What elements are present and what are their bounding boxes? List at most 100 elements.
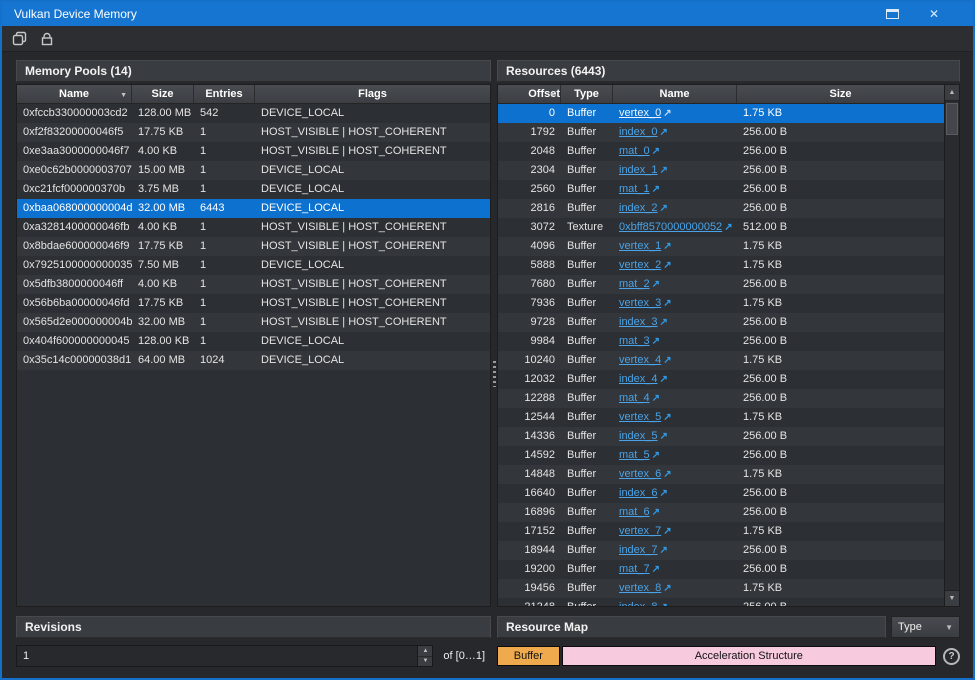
external-link-icon[interactable]: ↗ [663,241,671,252]
resource-link[interactable]: vertex_4 [619,354,661,366]
column-header-size[interactable]: Size [132,85,194,103]
scroll-up-button[interactable]: ▲ [945,85,959,101]
resource-row[interactable]: 14592 Buffer mat_5↗ 256.00 B [498,446,944,465]
memory-pool-row[interactable]: 0x565d2e000000004b 32.00 MB 1 HOST_VISIB… [17,313,490,332]
resource-row[interactable]: 2816 Buffer index_2↗ 256.00 B [498,199,944,218]
external-link-icon[interactable]: ↗ [660,165,668,176]
external-link-icon[interactable]: ↗ [663,526,671,537]
resource-map-segment[interactable]: Acceleration Structure [562,646,936,666]
external-link-icon[interactable]: ↗ [663,260,671,271]
resource-link[interactable]: index_3 [619,316,658,328]
revision-input[interactable]: 1 [17,646,417,666]
external-link-icon[interactable]: ↗ [663,108,671,119]
external-link-icon[interactable]: ↗ [663,298,671,309]
resource-row[interactable]: 16896 Buffer mat_6↗ 256.00 B [498,503,944,522]
column-header-type[interactable]: Type [561,85,613,103]
external-link-icon[interactable]: ↗ [652,146,660,157]
external-link-icon[interactable]: ↗ [660,317,668,328]
external-link-icon[interactable]: ↗ [660,203,668,214]
resource-row[interactable]: 12288 Buffer mat_4↗ 256.00 B [498,389,944,408]
memory-pool-row[interactable]: 0x56b6ba00000046fd 17.75 KB 1 HOST_VISIB… [17,294,490,313]
external-link-icon[interactable]: ↗ [652,279,660,290]
memory-pool-row[interactable]: 0xa3281400000046fb 4.00 KB 1 HOST_VISIBL… [17,218,490,237]
lock-button[interactable] [36,28,58,50]
resource-row[interactable]: 12544 Buffer vertex_5↗ 1.75 KB [498,408,944,427]
resource-link[interactable]: vertex_5 [619,411,661,423]
resource-link[interactable]: index_0 [619,126,658,138]
external-link-icon[interactable]: ↗ [652,450,660,461]
resource-link[interactable]: index_4 [619,373,658,385]
external-link-icon[interactable]: ↗ [660,431,668,442]
type-filter-dropdown[interactable]: Type ▼ [891,616,960,638]
resource-row[interactable]: 9728 Buffer index_3↗ 256.00 B [498,313,944,332]
memory-pool-row[interactable]: 0x35c14c00000038d1 64.00 MB 1024 DEVICE_… [17,351,490,370]
memory-pool-row[interactable]: 0xbaa068000000004d 32.00 MB 6443 DEVICE_… [17,199,490,218]
resource-row[interactable]: 16640 Buffer index_6↗ 256.00 B [498,484,944,503]
resource-row[interactable]: 2304 Buffer index_1↗ 256.00 B [498,161,944,180]
external-link-icon[interactable]: ↗ [652,184,660,195]
resource-row[interactable]: 0 Buffer vertex_0↗ 1.75 KB [498,104,944,123]
column-header-name[interactable]: Name ▼ [17,85,132,103]
spin-down-button[interactable]: ▼ [418,657,432,667]
resource-map-segment[interactable]: Buffer [497,646,560,666]
resource-row[interactable]: 7936 Buffer vertex_3↗ 1.75 KB [498,294,944,313]
resource-row[interactable]: 14336 Buffer index_5↗ 256.00 B [498,427,944,446]
external-link-icon[interactable]: ↗ [663,355,671,366]
external-link-icon[interactable]: ↗ [724,222,732,233]
resource-row[interactable]: 18944 Buffer index_7↗ 256.00 B [498,541,944,560]
external-link-icon[interactable]: ↗ [660,127,668,138]
column-header-flags[interactable]: Flags [255,85,490,103]
resource-link[interactable]: index_8 [619,601,658,606]
external-link-icon[interactable]: ↗ [660,488,668,499]
resource-link[interactable]: index_2 [619,202,658,214]
resource-row[interactable]: 21248 Buffer index_8↗ 256.00 B [498,598,944,606]
memory-pool-row[interactable]: 0x5dfb3800000046ff 4.00 KB 1 HOST_VISIBL… [17,275,490,294]
memory-pool-row[interactable]: 0x404f600000000045 128.00 KB 1 DEVICE_LO… [17,332,490,351]
resource-row[interactable]: 2048 Buffer mat_0↗ 256.00 B [498,142,944,161]
column-header-offset[interactable]: Offset ▼ [498,85,561,103]
close-window-button[interactable]: ✕ [923,3,945,25]
scrollbar-thumb[interactable] [946,103,958,135]
revision-spinbox[interactable]: 1 ▲ ▼ [16,645,433,667]
resource-row[interactable]: 4096 Buffer vertex_1↗ 1.75 KB [498,237,944,256]
resource-link[interactable]: vertex_7 [619,525,661,537]
memory-pool-row[interactable]: 0x8bdae600000046f9 17.75 KB 1 HOST_VISIB… [17,237,490,256]
column-header-name[interactable]: Name [613,85,737,103]
external-link-icon[interactable]: ↗ [660,545,668,556]
column-header-entries[interactable]: Entries [194,85,255,103]
resource-row[interactable]: 9984 Buffer mat_3↗ 256.00 B [498,332,944,351]
resource-row[interactable]: 19456 Buffer vertex_8↗ 1.75 KB [498,579,944,598]
resource-row[interactable]: 10240 Buffer vertex_4↗ 1.75 KB [498,351,944,370]
resource-link[interactable]: mat_6 [619,506,650,518]
spin-up-button[interactable]: ▲ [418,646,432,657]
memory-pool-row[interactable]: 0xc21fcf000000370b 3.75 MB 1 DEVICE_LOCA… [17,180,490,199]
column-header-size[interactable]: Size [737,85,944,103]
float-window-button[interactable] [881,3,903,25]
resource-link[interactable]: mat_3 [619,335,650,347]
external-link-icon[interactable]: ↗ [663,583,671,594]
resource-link[interactable]: vertex_3 [619,297,661,309]
resource-link[interactable]: index_7 [619,544,658,556]
external-link-icon[interactable]: ↗ [660,602,668,606]
resource-link[interactable]: index_1 [619,164,658,176]
memory-pool-row[interactable]: 0xe3aa3000000046f7 4.00 KB 1 HOST_VISIBL… [17,142,490,161]
resource-link[interactable]: vertex_8 [619,582,661,594]
resource-row[interactable]: 3072 Texture 0xbff8570000000052↗ 512.00 … [498,218,944,237]
panel-splitter-handle[interactable] [493,361,496,387]
memory-pool-row[interactable]: 0x7925100000000035 7.50 MB 1 DEVICE_LOCA… [17,256,490,275]
external-link-icon[interactable]: ↗ [652,507,660,518]
resource-link[interactable]: vertex_1 [619,240,661,252]
external-link-icon[interactable]: ↗ [663,469,671,480]
resource-link[interactable]: index_6 [619,487,658,499]
vertical-scrollbar[interactable]: ▲ ▼ [944,85,959,606]
resource-row[interactable]: 5888 Buffer vertex_2↗ 1.75 KB [498,256,944,275]
external-link-icon[interactable]: ↗ [660,374,668,385]
resource-row[interactable]: 7680 Buffer mat_2↗ 256.00 B [498,275,944,294]
resource-row[interactable]: 12032 Buffer index_4↗ 256.00 B [498,370,944,389]
external-link-icon[interactable]: ↗ [652,564,660,575]
resource-row[interactable]: 19200 Buffer mat_7↗ 256.00 B [498,560,944,579]
resource-link[interactable]: 0xbff8570000000052 [619,221,722,233]
resource-link[interactable]: index_5 [619,430,658,442]
external-link-icon[interactable]: ↗ [652,336,660,347]
memory-pool-row[interactable]: 0xe0c62b0000003707 15.00 MB 1 DEVICE_LOC… [17,161,490,180]
